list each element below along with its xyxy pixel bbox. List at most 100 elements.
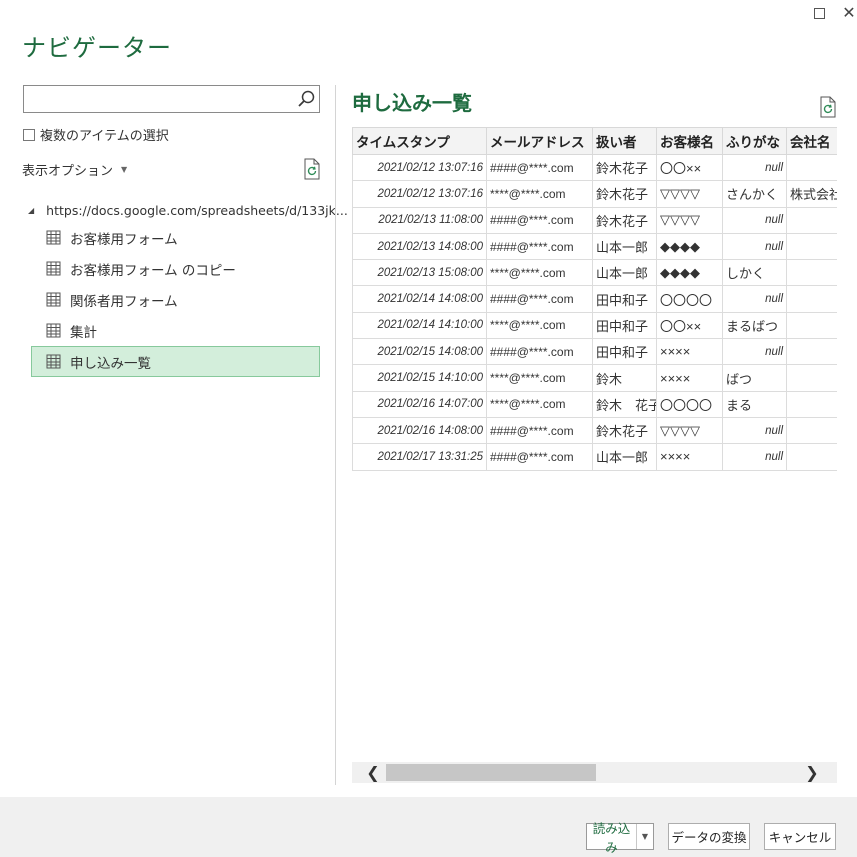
column-header[interactable]: 扱い者	[592, 127, 657, 155]
table-cell[interactable]: 〇〇〇〇	[656, 285, 723, 313]
table-cell[interactable]: 株式会社	[786, 180, 837, 208]
maximize-button[interactable]	[810, 4, 828, 22]
tree-item-application-list[interactable]: 申し込み一覧	[31, 346, 320, 377]
table-cell[interactable]: 2021/02/16 14:08:00	[352, 416, 487, 445]
panel-divider[interactable]	[335, 85, 336, 785]
table-cell[interactable]: 2021/02/16 14:07:00	[352, 390, 487, 418]
table-cell[interactable]: 〇〇××	[656, 153, 723, 182]
table-cell[interactable]: ####@****.com	[486, 206, 593, 234]
table-cell[interactable]: まる	[722, 390, 787, 418]
table-cell[interactable]: ****@****.com	[486, 390, 593, 418]
tree-root-source[interactable]: ◢ https://docs.google.com/spreadsheets/d…	[28, 198, 348, 222]
search-icon[interactable]	[296, 89, 316, 109]
table-cell[interactable]	[786, 285, 837, 313]
table-cell[interactable]	[786, 390, 837, 418]
table-cell[interactable]	[786, 364, 837, 392]
table-cell[interactable]: 2021/02/15 14:08:00	[352, 338, 487, 366]
table-cell[interactable]: ####@****.com	[486, 232, 593, 261]
table-cell[interactable]: ◆◆◆◆	[656, 232, 723, 261]
table-cell[interactable]: 2021/02/14 14:10:00	[352, 311, 487, 340]
table-cell[interactable]: ####@****.com	[486, 285, 593, 313]
tree-item-customer-form[interactable]: お客様用フォーム	[28, 222, 324, 253]
table-cell[interactable]: ####@****.com	[486, 416, 593, 445]
table-cell[interactable]	[786, 153, 837, 182]
load-button[interactable]: 読み込み ▼	[586, 821, 654, 855]
table-cell[interactable]: 鈴木花子	[592, 153, 657, 182]
table-cell[interactable]: さんかく	[722, 180, 787, 208]
table-cell[interactable]: ××××	[656, 338, 723, 366]
table-cell[interactable]: null	[722, 338, 787, 366]
search-input[interactable]	[23, 85, 320, 113]
table-cell[interactable]: 鈴木	[592, 364, 657, 392]
table-cell[interactable]: 2021/02/13 14:08:00	[352, 232, 487, 261]
table-cell[interactable]	[786, 338, 837, 366]
table-cell[interactable]: 山本一郎	[592, 259, 657, 287]
table-cell[interactable]: ▽▽▽▽	[656, 180, 723, 208]
table-cell[interactable]: null	[722, 285, 787, 313]
table-cell[interactable]: null	[722, 443, 787, 471]
table-cell[interactable]: 2021/02/13 11:08:00	[352, 206, 487, 234]
column-header[interactable]: メールアドレス	[486, 127, 593, 155]
table-cell[interactable]: ****@****.com	[486, 364, 593, 392]
multi-select-checkbox[interactable]: 複数のアイテムの選択	[23, 125, 169, 144]
table-cell[interactable]: 山本一郎	[592, 232, 657, 261]
cancel-button[interactable]: キャンセル	[764, 823, 836, 850]
table-cell[interactable]: ××××	[656, 364, 723, 392]
table-cell[interactable]: null	[722, 232, 787, 261]
column-header[interactable]: タイムスタンプ	[352, 127, 487, 155]
load-dropdown-icon[interactable]: ▼	[637, 832, 653, 841]
table-cell[interactable]: 鈴木花子	[592, 416, 657, 445]
table-cell[interactable]: 2021/02/12 13:07:16	[352, 153, 487, 182]
table-cell[interactable]: 〇〇××	[656, 311, 723, 340]
table-cell[interactable]: ****@****.com	[486, 180, 593, 208]
tree-item-staff-form[interactable]: 関係者用フォーム	[28, 284, 324, 315]
table-cell[interactable]: ####@****.com	[486, 443, 593, 471]
column-header[interactable]: 会社名	[786, 127, 837, 155]
table-cell[interactable]: 田中和子	[592, 338, 657, 366]
table-cell[interactable]: 2021/02/13 15:08:00	[352, 259, 487, 287]
refresh-preview-icon[interactable]	[819, 96, 837, 118]
table-cell[interactable]: 山本一郎	[592, 443, 657, 471]
tree-item-customer-form-copy[interactable]: お客様用フォーム のコピー	[28, 253, 324, 284]
table-cell[interactable]: 鈴木 花子	[592, 390, 657, 418]
table-cell[interactable]: 田中和子	[592, 311, 657, 340]
expand-icon[interactable]: ◢	[28, 206, 34, 215]
table-cell[interactable]: ####@****.com	[486, 338, 593, 366]
table-cell[interactable]: ****@****.com	[486, 259, 593, 287]
table-cell[interactable]: まるばつ	[722, 311, 787, 340]
table-cell[interactable]	[786, 206, 837, 234]
refresh-icon[interactable]	[303, 158, 321, 180]
close-button[interactable]: ✕	[840, 4, 857, 22]
table-cell[interactable]: 2021/02/17 13:31:25	[352, 443, 487, 471]
checkbox-box[interactable]	[23, 128, 35, 141]
column-header[interactable]: お客様名	[656, 127, 723, 155]
table-cell[interactable]: ****@****.com	[486, 311, 593, 340]
transform-data-button[interactable]: データの変換	[668, 823, 750, 850]
table-cell[interactable]	[786, 259, 837, 287]
column-header[interactable]: ふりがな	[722, 127, 787, 155]
table-cell[interactable]: 鈴木花子	[592, 180, 657, 208]
table-cell[interactable]: ▽▽▽▽	[656, 416, 723, 445]
table-cell[interactable]: 2021/02/14 14:08:00	[352, 285, 487, 313]
scroll-right-icon[interactable]: ❯	[801, 762, 823, 783]
table-cell[interactable]: 2021/02/12 13:07:16	[352, 180, 487, 208]
tree-item-summary[interactable]: 集計	[28, 315, 324, 346]
table-cell[interactable]: 鈴木花子	[592, 206, 657, 234]
table-cell[interactable]	[786, 416, 837, 445]
table-cell[interactable]: null	[722, 206, 787, 234]
horizontal-scrollbar[interactable]: ❮ ❯	[352, 762, 837, 783]
table-cell[interactable]: 田中和子	[592, 285, 657, 313]
scroll-left-icon[interactable]: ❮	[362, 762, 384, 783]
table-cell[interactable]: null	[722, 416, 787, 445]
table-cell[interactable]: ####@****.com	[486, 153, 593, 182]
table-cell[interactable]: 〇〇〇〇	[656, 390, 723, 418]
table-cell[interactable]: null	[722, 153, 787, 182]
table-cell[interactable]: ◆◆◆◆	[656, 259, 723, 287]
display-options-dropdown[interactable]: 表示オプション ▼	[22, 160, 127, 179]
table-cell[interactable]: ××××	[656, 443, 723, 471]
table-cell[interactable]: しかく	[722, 259, 787, 287]
scrollbar-thumb[interactable]	[386, 764, 596, 781]
table-cell[interactable]	[786, 443, 837, 471]
table-cell[interactable]	[786, 232, 837, 261]
table-cell[interactable]: ばつ	[722, 364, 787, 392]
